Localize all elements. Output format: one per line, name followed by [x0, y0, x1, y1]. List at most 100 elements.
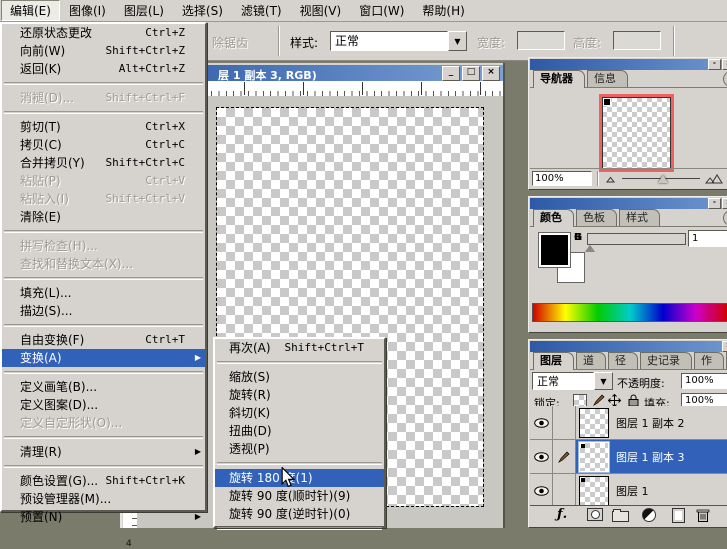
width-input[interactable] — [517, 31, 565, 50]
menubar-item[interactable]: 视图(V) — [291, 0, 351, 21]
menu-item[interactable]: 拷贝(C) Ctrl+C — [2, 136, 205, 154]
menu-item[interactable]: 查找和替换文本(X)... — [2, 255, 205, 273]
menu-item[interactable]: 清除(E) — [2, 208, 205, 226]
menu-item[interactable]: 清理(R) ▶ — [2, 443, 205, 461]
menu-item[interactable]: 拼写检查(H)... — [2, 237, 205, 255]
menu-item[interactable]: 扭曲(D) — [215, 422, 384, 440]
menu-item[interactable]: 旋转(R) — [215, 386, 384, 404]
panel-minimize-button[interactable]: - — [708, 198, 721, 209]
zoom-in-icon[interactable] — [705, 173, 723, 184]
menu-item[interactable]: 旋转 180 度(1) — [215, 469, 384, 487]
new-group-button[interactable] — [612, 511, 629, 522]
layer-thumbnail[interactable] — [579, 476, 609, 506]
panel-title-bar[interactable] — [530, 341, 727, 352]
channel-gradient-slider[interactable] — [587, 233, 686, 245]
layer-main[interactable]: 图层 1 副本 3 — [576, 440, 727, 473]
layer-style-button[interactable]: ƒ. — [557, 508, 567, 521]
layer-visibility-toggle[interactable] — [530, 440, 553, 473]
menu-item[interactable]: 合并拷贝(Y) Shift+Ctrl+C — [2, 154, 205, 172]
layer-main[interactable]: 图层 1 副本 2 — [576, 406, 727, 439]
dropdown-arrow-icon[interactable]: ▼ — [594, 372, 613, 390]
panel-tab[interactable]: 径 — [608, 352, 638, 369]
menubar-item[interactable]: 帮助(H) — [413, 0, 473, 21]
menubar-item[interactable]: 选择(S) — [173, 0, 232, 21]
panel-tab[interactable]: 图层 — [533, 352, 574, 370]
panel-tab[interactable]: 道 — [576, 352, 606, 369]
menu-item[interactable]: 斜切(K) — [215, 404, 384, 422]
panel-title-bar[interactable] — [530, 198, 727, 209]
menu-item[interactable]: 透视(P) — [215, 440, 384, 458]
panel-tab[interactable]: 作 — [694, 352, 724, 369]
menu-item[interactable]: 旋转 90 度(顺时针)(9) — [215, 487, 384, 505]
color-spectrum-bar[interactable] — [532, 303, 727, 322]
add-mask-button[interactable] — [587, 508, 603, 521]
adjustment-layer-button[interactable] — [642, 508, 656, 522]
menu-item[interactable]: 粘贴(P) Ctrl+V — [2, 172, 205, 190]
layer-thumbnail[interactable] — [579, 408, 609, 438]
navigator-preview[interactable] — [599, 94, 674, 172]
new-layer-button[interactable] — [672, 508, 685, 523]
minimize-button[interactable]: _ — [442, 66, 460, 81]
layer-row[interactable]: 图层 1 副本 3 — [530, 440, 727, 474]
menu-item[interactable]: 定义自定形状(O)... — [2, 414, 205, 432]
menu-item[interactable]: 定义画笔(B)... — [2, 378, 205, 396]
menu-item[interactable]: 消褪(D)... Shift+Ctrl+F — [2, 89, 205, 107]
menu-item[interactable]: 旋转 90 度(逆时针)(0) — [215, 505, 384, 523]
layer-visibility-toggle[interactable] — [530, 406, 553, 439]
menubar-item[interactable]: 图层(L) — [115, 0, 173, 21]
layer-row[interactable]: 图层 1 副本 2 — [530, 406, 727, 440]
panel-close-button[interactable]: × — [722, 59, 727, 70]
navigator-zoom-slider[interactable] — [622, 172, 700, 186]
panel-tab[interactable]: 导航器 — [533, 70, 585, 88]
slider-thumb[interactable] — [658, 175, 668, 183]
panel-close-button[interactable]: × — [722, 341, 727, 352]
maximize-button[interactable]: □ — [462, 66, 480, 81]
menu-item[interactable]: 粘贴入(I) Shift+Ctrl+V — [2, 190, 205, 208]
menubar-item[interactable]: 图像(I) — [60, 0, 115, 21]
layer-main[interactable]: 图层 1 — [576, 474, 727, 507]
menu-item[interactable]: 向前(W) Shift+Ctrl+Z — [2, 42, 205, 60]
close-button[interactable]: × — [482, 66, 500, 81]
lock-paint-brush-icon[interactable] — [593, 394, 605, 406]
foreground-color-swatch[interactable] — [539, 233, 570, 267]
channel-value-field[interactable]: 1 — [688, 230, 727, 247]
layer-active-indicator[interactable] — [553, 406, 576, 439]
menu-item[interactable]: 颜色设置(G)... Shift+Ctrl+K — [2, 472, 205, 490]
menu-item[interactable]: 填充(L)... — [2, 284, 205, 302]
menu-item[interactable]: 还原状态更改 Ctrl+Z — [2, 24, 205, 42]
panel-tab[interactable]: 色板 — [576, 209, 617, 226]
menu-item[interactable]: 返回(K) Alt+Ctrl+Z — [2, 60, 205, 78]
layer-row[interactable]: 图层 1 — [530, 474, 727, 508]
menu-item[interactable]: 预设管理器(M)... — [2, 490, 205, 508]
dropdown-arrow-icon[interactable]: ▼ — [448, 31, 467, 51]
menu-item[interactable]: 再次(A) Shift+Ctrl+T — [215, 339, 384, 357]
panel-tab[interactable]: 颜色 — [533, 209, 574, 227]
menu-item[interactable]: 预置(N) ▶ — [2, 508, 205, 526]
delete-layer-trash-button[interactable] — [696, 508, 710, 523]
style-dropdown[interactable]: 正常 ▼ — [330, 31, 467, 51]
menu-item[interactable]: 自由变换(F) Ctrl+T — [2, 331, 205, 349]
menu-item[interactable]: 定义图案(D)... — [2, 396, 205, 414]
menubar-item[interactable]: 窗口(W) — [350, 0, 413, 21]
layer-thumbnail[interactable] — [579, 442, 609, 472]
menu-item[interactable]: 缩放(S) — [215, 368, 384, 386]
menu-item[interactable]: 变换(A) ▶ — [2, 349, 205, 367]
panel-tab[interactable]: 样式 — [619, 209, 660, 226]
panel-title-bar[interactable] — [530, 59, 727, 70]
layer-active-indicator[interactable] — [553, 474, 576, 507]
layer-visibility-toggle[interactable] — [530, 474, 553, 507]
channel-slider-thumb[interactable] — [585, 245, 595, 252]
opacity-input[interactable]: 100% — [681, 373, 727, 389]
panel-tab[interactable]: 信息 — [587, 70, 628, 87]
menu-item[interactable]: 剪切(T) Ctrl+X — [2, 118, 205, 136]
menubar-item[interactable]: 滤镜(T) — [232, 0, 291, 21]
panel-tab[interactable]: 史记录 — [640, 352, 692, 369]
panel-close-button[interactable]: × — [722, 198, 727, 209]
menubar-item[interactable]: 编辑(E) — [1, 0, 60, 21]
menu-item[interactable]: 描边(S)... — [2, 302, 205, 320]
zoom-out-icon[interactable] — [604, 174, 617, 183]
panel-minimize-button[interactable]: - — [708, 59, 721, 70]
layer-active-indicator[interactable] — [553, 440, 576, 473]
navigator-zoom-input[interactable]: 100% — [532, 171, 592, 186]
height-input[interactable] — [613, 31, 661, 50]
